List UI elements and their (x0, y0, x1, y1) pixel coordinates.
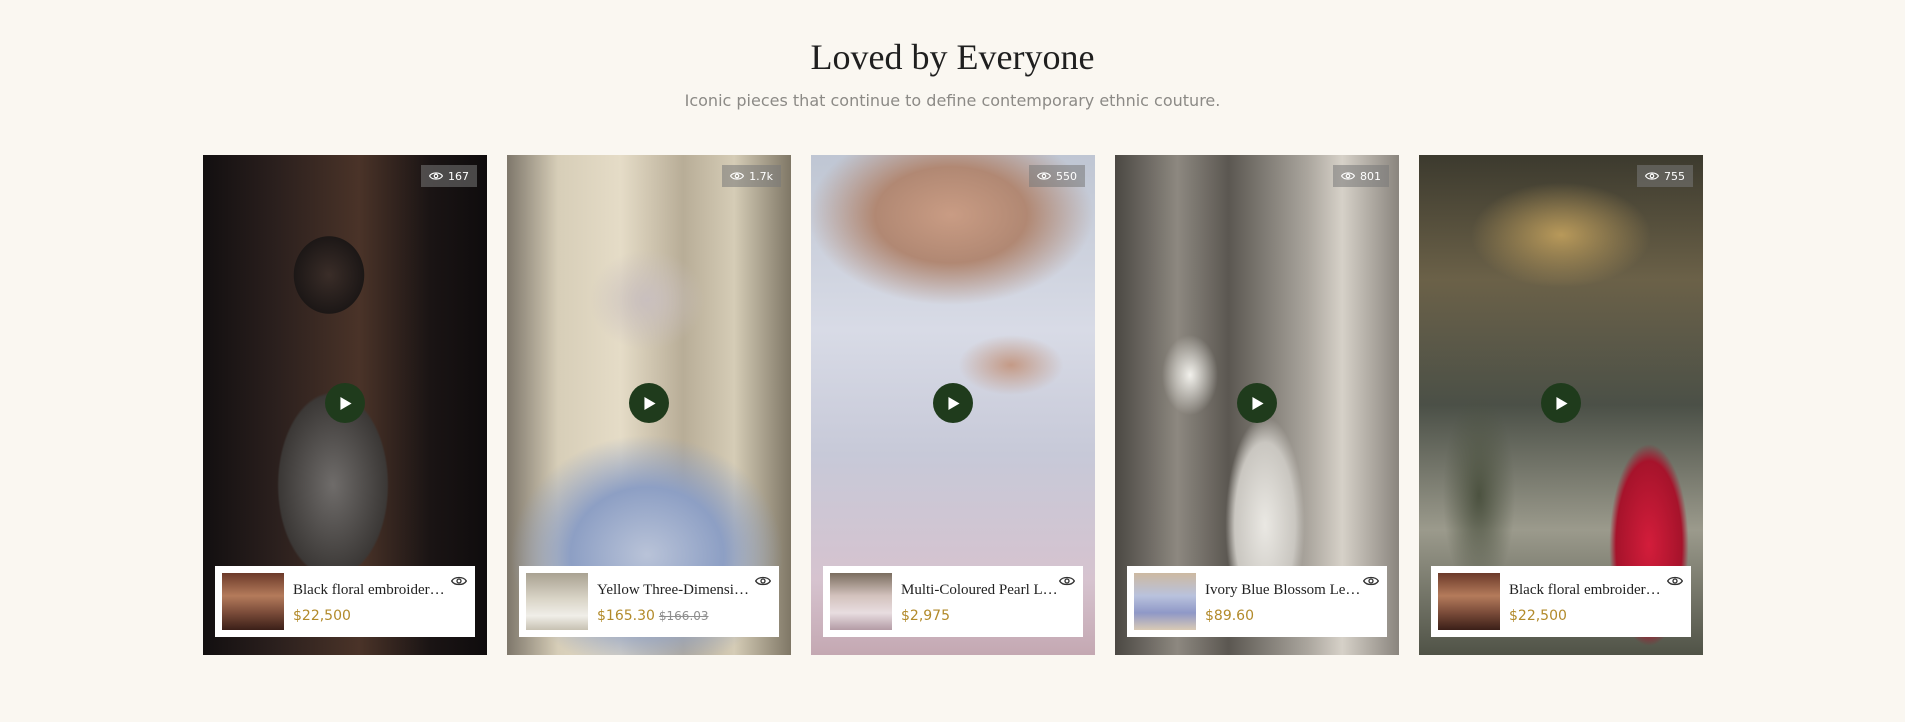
eye-icon (730, 172, 745, 180)
product-thumbnail[interactable] (1438, 573, 1500, 630)
video-card[interactable]: 167 Black floral embroidered blouse $22,… (203, 155, 487, 655)
product-name[interactable]: Yellow Three-Dimensional Lehenga (597, 582, 755, 599)
eye-icon (1645, 172, 1659, 180)
eye-icon (1037, 172, 1051, 180)
section-subtitle: Iconic pieces that continue to define co… (684, 91, 1221, 110)
video-card-grid: 167 Black floral embroidered blouse $22,… (203, 155, 1703, 655)
product-card[interactable]: Ivory Blue Blossom Lehenga $89.60 (1127, 566, 1387, 637)
play-icon (1556, 396, 1568, 410)
original-price: $166.03 (658, 609, 709, 623)
current-price: $22,500 (293, 608, 351, 624)
play-button[interactable] (629, 383, 669, 423)
view-count: 755 (1664, 169, 1685, 183)
view-count: 801 (1360, 169, 1381, 183)
eye-icon (1341, 172, 1355, 180)
product-price: $22,500 (293, 608, 351, 624)
product-thumbnail[interactable] (830, 573, 892, 630)
current-price: $2,975 (901, 608, 950, 624)
quick-view-icon[interactable] (1059, 575, 1075, 587)
product-price: $165.30 $166.03 (597, 608, 709, 624)
view-count: 550 (1056, 169, 1077, 183)
view-count-badge: 1.7k (722, 165, 781, 187)
play-button[interactable] (1541, 383, 1581, 423)
video-card[interactable]: 801 Ivory Blue Blossom Lehenga $89.60 (1115, 155, 1399, 655)
product-name[interactable]: Multi-Coloured Pearl Lehenga (901, 582, 1059, 599)
play-icon (1252, 396, 1264, 410)
view-count-badge: 550 (1029, 165, 1085, 187)
product-card[interactable]: Black floral embroidered blouse $22,500 (1431, 566, 1691, 637)
video-card[interactable]: 755 Black floral embroidered blouse $22,… (1419, 155, 1703, 655)
product-thumbnail[interactable] (526, 573, 588, 630)
product-card[interactable]: Yellow Three-Dimensional Lehenga $165.30… (519, 566, 779, 637)
product-name[interactable]: Ivory Blue Blossom Lehenga (1205, 582, 1363, 599)
view-count-badge: 755 (1637, 165, 1693, 187)
product-price: $89.60 (1205, 608, 1254, 624)
product-thumbnail[interactable] (1134, 573, 1196, 630)
play-button[interactable] (933, 383, 973, 423)
eye-icon (429, 172, 443, 180)
play-icon (948, 396, 960, 410)
quick-view-icon[interactable] (1667, 575, 1683, 587)
current-price: $165.30 (597, 608, 655, 624)
product-name[interactable]: Black floral embroidered blouse (1509, 582, 1667, 599)
view-count-badge: 801 (1333, 165, 1389, 187)
product-price: $2,975 (901, 608, 950, 624)
quick-view-icon[interactable] (1363, 575, 1379, 587)
loved-by-everyone-section: Loved by Everyone Iconic pieces that con… (0, 0, 1905, 722)
video-card[interactable]: 1.7k Yellow Three-Dimensional Lehenga $1… (507, 155, 791, 655)
play-icon (644, 396, 656, 410)
product-name[interactable]: Black floral embroidered blouse (293, 582, 451, 599)
product-thumbnail[interactable] (222, 573, 284, 630)
product-card[interactable]: Black floral embroidered blouse $22,500 (215, 566, 475, 637)
current-price: $89.60 (1205, 608, 1254, 624)
view-count: 167 (448, 169, 469, 183)
play-icon (340, 396, 352, 410)
product-card[interactable]: Multi-Coloured Pearl Lehenga $2,975 (823, 566, 1083, 637)
section-title: Loved by Everyone (810, 37, 1095, 77)
product-price: $22,500 (1509, 608, 1567, 624)
view-count: 1.7k (749, 169, 773, 183)
play-button[interactable] (325, 383, 365, 423)
video-card[interactable]: 550 Multi-Coloured Pearl Lehenga $2,975 (811, 155, 1095, 655)
quick-view-icon[interactable] (755, 575, 771, 587)
quick-view-icon[interactable] (451, 575, 467, 587)
play-button[interactable] (1237, 383, 1277, 423)
current-price: $22,500 (1509, 608, 1567, 624)
view-count-badge: 167 (421, 165, 477, 187)
